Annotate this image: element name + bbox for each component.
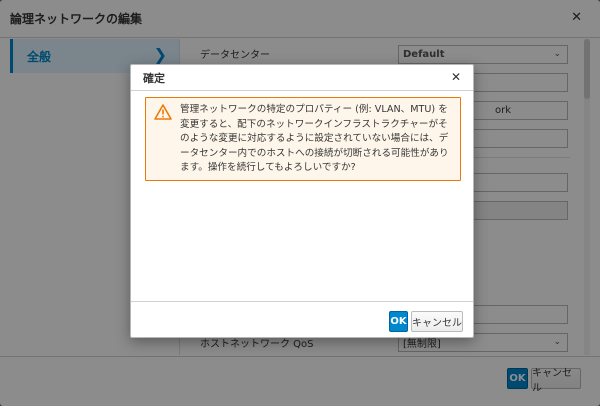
- warning-alert: 管理ネットワークの特定のプロパティー (例: VLAN、MTU) を変更すると、…: [145, 97, 461, 181]
- warning-icon: [154, 104, 172, 120]
- close-icon[interactable]: ✕: [451, 70, 461, 84]
- confirm-title: 確定: [143, 71, 165, 85]
- confirm-dialog: 確定 ✕ 管理ネットワークの特定のプロパティー (例: VLAN、MTU) を変…: [130, 64, 474, 338]
- confirm-footer-divider: [131, 301, 473, 302]
- confirm-header: 確定 ✕: [131, 65, 473, 91]
- confirm-cancel-button[interactable]: キャンセル: [411, 311, 463, 332]
- confirm-ok-button[interactable]: OK: [389, 311, 408, 332]
- warning-message: 管理ネットワークの特定のプロパティー (例: VLAN、MTU) を変更すると、…: [180, 104, 449, 173]
